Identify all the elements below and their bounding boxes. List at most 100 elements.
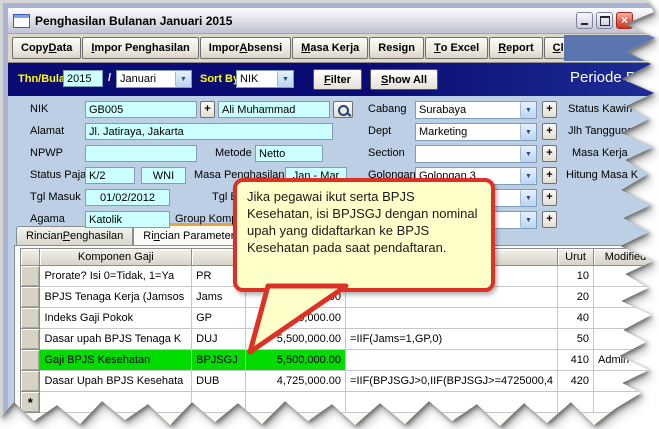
nik-input[interactable] xyxy=(85,101,197,118)
tgl-masuk-input[interactable] xyxy=(85,189,170,206)
cell-komponen[interactable]: Dasar upah BPJS Tenaga K xyxy=(39,328,193,350)
sort-by-value: NIK xyxy=(240,73,259,85)
section-select[interactable]: ▼ xyxy=(415,145,537,163)
cabang-add-button[interactable]: + xyxy=(542,101,557,118)
nik-add-button[interactable]: + xyxy=(200,101,215,118)
impor-absensi-button[interactable]: Impor Absensi xyxy=(199,37,292,59)
unlabeled-add-button-2[interactable]: + xyxy=(542,211,557,228)
chevron-down-icon[interactable]: ▼ xyxy=(520,190,536,206)
cell-urut[interactable]: 50 xyxy=(557,328,594,350)
status-kawin-label: Status Kawin xyxy=(568,103,633,115)
row-selector[interactable] xyxy=(19,328,41,350)
unlabeled-add-button-1[interactable]: + xyxy=(542,189,557,206)
cell-urut[interactable]: 40 xyxy=(557,307,594,329)
maximize-icon xyxy=(600,16,610,26)
masa-kerja-label: Masa Kerja xyxy=(572,147,628,159)
cell-nilai[interactable] xyxy=(244,391,347,413)
copy-data-button[interactable]: Copy Data xyxy=(12,37,82,59)
urut-header[interactable]: Urut xyxy=(557,248,594,266)
masa-kerja-button[interactable]: Masa Kerja xyxy=(292,37,369,59)
window-titlebar: Penghasilan Bulanan Januari 2015 × xyxy=(8,8,655,34)
cell-modified[interactable] xyxy=(593,265,655,287)
modified-header[interactable]: Modified xyxy=(593,248,655,266)
wni-input[interactable] xyxy=(141,167,186,184)
cell-modified[interactable] xyxy=(593,286,655,308)
minimize-button[interactable] xyxy=(576,12,593,29)
cell-komponen[interactable]: BPJS Tenaga Kerja (Jamsos xyxy=(39,286,193,308)
chevron-down-icon[interactable]: ▼ xyxy=(520,168,536,184)
table-row: Dasar Upah BPJS Kesehata DUB 4,725,000.0… xyxy=(19,370,655,392)
resign-button[interactable]: Resign xyxy=(369,37,424,59)
new-record-selector[interactable]: * xyxy=(19,391,41,413)
filter-button[interactable]: Filter xyxy=(313,69,362,90)
cell-komponen[interactable]: Indeks Gaji Pokok xyxy=(39,307,193,329)
cell-komponen[interactable]: Gaji BPJS Kesehatan xyxy=(39,349,193,371)
sort-by-label: Sort By xyxy=(200,73,240,85)
employee-name-input[interactable] xyxy=(218,101,330,118)
chevron-down-icon[interactable]: ▼ xyxy=(277,71,293,87)
sort-by-select[interactable]: NIK ▼ xyxy=(236,70,294,88)
cell-urut[interactable]: 420 xyxy=(557,370,594,392)
chevron-down-icon[interactable]: ▼ xyxy=(520,102,536,118)
screenshot: Penghasilan Bulanan Januari 2015 × Copy … xyxy=(0,0,659,429)
cell-komponen[interactable]: Prorate? Isi 0=Tidak, 1=Ya xyxy=(39,265,193,287)
cell-formula[interactable] xyxy=(345,307,559,329)
tab-rincian-penghasilan[interactable]: Rincian Penghasilan xyxy=(16,226,134,245)
metode-input[interactable] xyxy=(255,145,323,162)
cell-modified[interactable] xyxy=(593,307,655,329)
row-selector[interactable] xyxy=(19,307,41,329)
row-selector[interactable] xyxy=(19,370,41,392)
maximize-button[interactable] xyxy=(596,12,613,29)
tgl-masuk-label: Tgl Masuk xyxy=(30,191,81,203)
row-selector[interactable] xyxy=(19,286,41,308)
cabang-select[interactable]: Surabaya ▼ xyxy=(415,101,537,119)
cell-urut[interactable]: 410 xyxy=(557,349,594,371)
dept-add-button[interactable]: + xyxy=(542,123,557,140)
cell-komponen[interactable] xyxy=(39,391,193,413)
dept-select[interactable]: Marketing ▼ xyxy=(415,123,537,141)
cell-modified[interactable] xyxy=(593,370,655,392)
hitung-masa-kerja-label: Hitung Masa K xyxy=(566,169,639,181)
chevron-down-icon[interactable]: ▼ xyxy=(520,124,536,140)
npwp-input[interactable] xyxy=(85,145,197,162)
close-window-button[interactable]: × xyxy=(616,12,633,29)
nik-label: NIK xyxy=(30,103,49,115)
cell-modified[interactable] xyxy=(593,391,655,413)
cabang-label: Cabang xyxy=(368,103,407,115)
cell-urut[interactable]: 10 xyxy=(557,265,594,287)
agama-input[interactable] xyxy=(85,211,170,228)
chevron-down-icon[interactable]: ▼ xyxy=(520,146,536,162)
show-all-button[interactable]: Show All xyxy=(370,69,439,90)
cell-kode[interactable] xyxy=(191,391,246,413)
cell-urut[interactable] xyxy=(557,391,594,413)
npwp-label: NPWP xyxy=(30,147,63,159)
cell-kode[interactable]: DUB xyxy=(191,370,246,392)
impor-penghasilan-button[interactable]: Impor Penghasilan xyxy=(82,37,199,59)
chevron-down-icon[interactable]: ▼ xyxy=(175,71,191,87)
cell-formula[interactable] xyxy=(345,391,559,413)
alamat-input[interactable] xyxy=(85,123,333,140)
chevron-down-icon[interactable]: ▼ xyxy=(520,212,536,228)
cell-formula[interactable] xyxy=(345,349,559,371)
cell-formula[interactable]: =IIF(Jams=1,GP,0) xyxy=(345,328,559,350)
komponen-gaji-header[interactable]: Komponen Gaji xyxy=(39,248,193,266)
to-excel-button[interactable]: To Excel xyxy=(424,37,489,59)
status-pajak-input[interactable] xyxy=(85,167,135,184)
year-input[interactable] xyxy=(63,70,103,87)
window-title: Penghasilan Bulanan Januari 2015 xyxy=(35,13,233,28)
minimize-icon xyxy=(581,23,588,25)
row-selector[interactable] xyxy=(19,349,41,371)
report-button[interactable]: Report xyxy=(489,37,543,59)
month-select[interactable]: Januari ▼ xyxy=(116,70,192,88)
cell-formula[interactable]: =IIF(BPJSGJ>0,IIF(BPJSGJ>=4725000,4 xyxy=(345,370,559,392)
cell-modified[interactable] xyxy=(593,328,655,350)
cell-komponen[interactable]: Dasar Upah BPJS Kesehata xyxy=(39,370,193,392)
cell-modified[interactable]: Admin xyxy=(593,349,655,371)
row-selector[interactable] xyxy=(19,265,41,287)
section-add-button[interactable]: + xyxy=(542,145,557,162)
cell-urut[interactable]: 20 xyxy=(557,286,594,308)
cell-nilai[interactable]: 4,725,000.00 xyxy=(244,370,347,392)
search-button[interactable] xyxy=(333,101,353,118)
golongan-add-button[interactable]: + xyxy=(542,167,557,184)
toolbar-filler xyxy=(564,35,655,61)
